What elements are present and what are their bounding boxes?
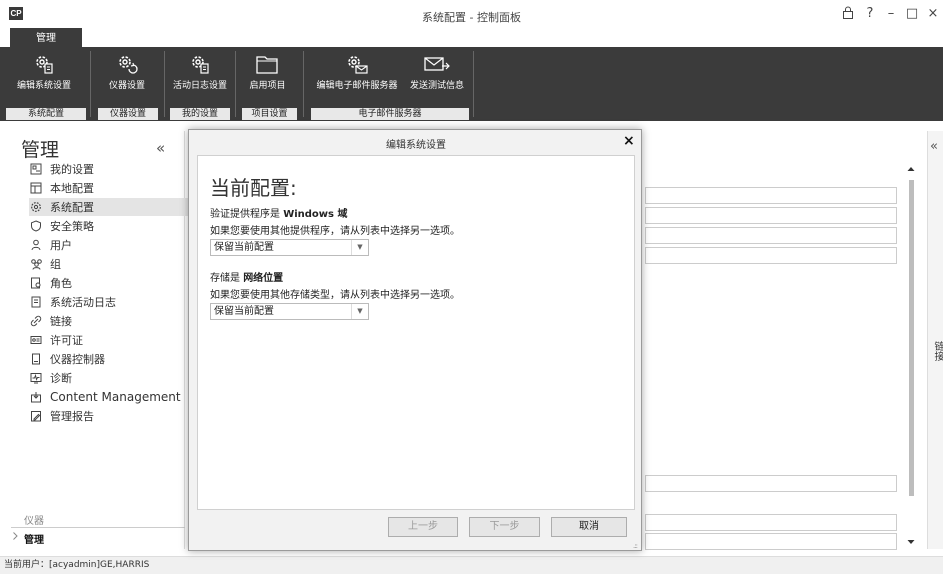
config-field[interactable]	[645, 207, 897, 224]
lock-icon[interactable]	[840, 6, 856, 24]
log-icon	[29, 295, 43, 309]
sidebar-item-activity-log[interactable]: 系统活动日志	[29, 293, 209, 311]
scroll-down-icon[interactable]	[907, 539, 915, 545]
next-button[interactable]: 下一步	[469, 517, 540, 537]
instrument-controller-icon	[29, 352, 43, 366]
minimize-icon[interactable]: –	[883, 6, 899, 22]
role-icon	[29, 276, 43, 290]
ribbon-group-system-config: 系统配置	[6, 108, 86, 120]
diagnostics-icon	[29, 371, 43, 385]
sidebar-item-diagnostics[interactable]: 诊断	[29, 369, 209, 387]
auth-provider-select[interactable]: 保留当前配置 ▼	[210, 239, 369, 256]
cancel-button[interactable]: 取消	[551, 517, 627, 537]
main-scrollbar[interactable]	[906, 166, 916, 547]
sidebar-item-roles[interactable]: 角色	[29, 274, 209, 292]
content-management-icon	[29, 390, 43, 404]
links-panel-expand-button[interactable]: «	[930, 139, 938, 154]
chevron-right-icon	[13, 532, 18, 540]
scroll-up-icon[interactable]	[907, 166, 915, 172]
sidebar-item-groups[interactable]: 组	[29, 255, 209, 273]
sidebar-item-security-policy[interactable]: 安全策略	[29, 217, 209, 235]
ribbon-group-email-server: 电子邮件服务器	[311, 108, 469, 120]
gear-document-icon	[36, 56, 53, 74]
folder-icon	[255, 56, 278, 74]
config-field[interactable]	[645, 247, 897, 264]
sidebar-item-users[interactable]: 用户	[29, 236, 209, 254]
ribbon-group-instrument-settings: 仪器设置	[98, 108, 158, 120]
edit-system-settings-dialog: 编辑系统设置 × 当前配置: 验证提供程序是 Windows 域 如果您要使用其…	[188, 129, 642, 551]
gear-mail-icon	[348, 56, 368, 74]
sidebar-item-license[interactable]: 许可证	[29, 331, 209, 349]
close-icon[interactable]: ×	[925, 6, 941, 22]
sidebar-item-system-config[interactable]: 系统配置	[29, 198, 209, 216]
ribbon-group-my-settings: 我的设置	[170, 108, 230, 120]
storage-hint: 如果您要使用其他存储类型，请从列表中选择另一选项。	[210, 290, 460, 301]
resize-grip-icon[interactable]: .::	[633, 542, 638, 550]
ribbon-group-project-settings: 项目设置	[242, 108, 297, 120]
sidebar-item-my-settings[interactable]: 我的设置	[29, 160, 209, 178]
sidebar-title: 管理	[21, 139, 60, 161]
sidebar-item-links[interactable]: 链接	[29, 312, 209, 330]
status-bar: 当前用户：[acyadmin]GE,HARRIS	[0, 556, 943, 574]
storage-label: 存储是 网络位置	[210, 273, 284, 284]
shield-icon	[29, 219, 43, 233]
sidebar-item-instrument-controller[interactable]: 仪器控制器	[29, 350, 209, 368]
links-panel: « 链接	[927, 131, 943, 549]
storage-select[interactable]: 保留当前配置 ▼	[210, 303, 369, 320]
previous-button[interactable]: 上一步	[388, 517, 458, 537]
my-settings-icon	[29, 162, 43, 176]
auth-provider-hint: 如果您要使用其他提供程序，请从列表中选择另一选项。	[210, 226, 460, 237]
dialog-title: 编辑系统设置	[386, 140, 446, 151]
license-icon	[29, 333, 43, 347]
window-title: 系统配置 - 控制面板	[422, 11, 521, 24]
send-test-message-button[interactable]: 发送测试信息	[405, 51, 469, 97]
sidebar-divider	[11, 527, 185, 528]
maximize-icon[interactable]: □	[904, 6, 920, 22]
instrument-settings-button[interactable]: 仪器设置	[96, 51, 158, 97]
help-icon[interactable]: ?	[862, 6, 878, 22]
dialog-heading: 当前配置:	[210, 176, 297, 200]
user-icon	[29, 238, 43, 252]
gear-icon	[29, 200, 43, 214]
scrollbar-thumb[interactable]	[909, 180, 914, 496]
sidebar-section-instrument[interactable]: 仪器	[24, 512, 44, 527]
config-field[interactable]	[645, 227, 897, 244]
sidebar-section-manage[interactable]: 管理	[24, 531, 44, 546]
title-bar: CP 系统配置 - 控制面板 ? – □ ×	[0, 0, 943, 30]
link-icon	[29, 314, 43, 328]
links-panel-label[interactable]: 链接	[930, 341, 943, 361]
activity-log-settings-button[interactable]: 活动日志设置	[168, 51, 232, 97]
group-icon	[29, 257, 43, 271]
gear-document-icon	[192, 56, 209, 74]
report-icon	[29, 409, 43, 423]
enable-project-button[interactable]: 启用项目	[240, 51, 295, 97]
auth-provider-label: 验证提供程序是 Windows 域	[210, 209, 348, 220]
ribbon-tab-manage[interactable]: 管理	[10, 28, 82, 48]
edit-email-server-button[interactable]: 编辑电子邮件服务器	[309, 51, 405, 97]
sidebar-item-management-report[interactable]: 管理报告	[29, 407, 209, 425]
sidebar-item-local-config[interactable]: 本地配置	[29, 179, 209, 197]
dialog-body: 当前配置: 验证提供程序是 Windows 域 如果您要使用其他提供程序，请从列…	[197, 155, 635, 510]
ribbon: 编辑系统设置 仪器设置 活动日志设置 启用项目 编辑电子邮件服务器 发送测试信息…	[0, 47, 943, 121]
config-field[interactable]	[645, 514, 897, 531]
config-field[interactable]	[645, 533, 897, 550]
chevron-down-icon: ▼	[351, 304, 368, 319]
edit-system-settings-button[interactable]: 编辑系统设置	[4, 51, 84, 97]
mail-send-icon	[424, 57, 450, 71]
sidebar-item-content-management[interactable]: Content Management	[29, 388, 209, 406]
gear-refresh-icon	[119, 56, 138, 74]
dialog-close-icon[interactable]: ×	[623, 133, 635, 149]
config-field[interactable]	[645, 187, 897, 204]
sidebar: 管理 « 我的设置 本地配置 系统配置 安全策略 用户 组 角色 系统活动日志 …	[11, 131, 209, 549]
sidebar-collapse-button[interactable]: «	[156, 139, 165, 157]
config-field[interactable]	[645, 475, 897, 492]
chevron-down-icon: ▼	[351, 240, 368, 255]
local-config-icon	[29, 181, 43, 195]
